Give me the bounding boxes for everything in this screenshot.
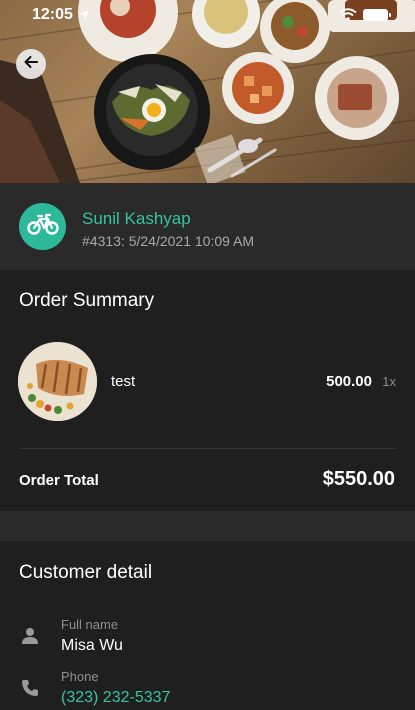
driver-avatar bbox=[19, 203, 66, 250]
item-quantity: 1x bbox=[382, 374, 396, 389]
order-summary-section: Order Summary test 500.00 1x Order Total… bbox=[0, 270, 415, 511]
item-price: 500.00 bbox=[326, 373, 372, 390]
customer-detail-section: Customer detail Full name Misa Wu Phone … bbox=[0, 541, 415, 710]
phone-label: Phone bbox=[61, 669, 99, 684]
order-total-value: $550.00 bbox=[322, 468, 395, 490]
order-summary-heading: Order Summary bbox=[19, 290, 155, 311]
section-separator bbox=[0, 511, 415, 541]
status-bar: 12:05 bbox=[0, 0, 415, 30]
battery-icon bbox=[363, 9, 391, 21]
wifi-icon bbox=[339, 8, 357, 26]
back-button[interactable] bbox=[16, 49, 46, 79]
full-name-label: Full name bbox=[61, 617, 119, 632]
customer-detail-heading: Customer detail bbox=[19, 562, 153, 583]
full-name-value: Misa Wu bbox=[61, 637, 123, 654]
driver-name: Sunil Kashyap bbox=[82, 209, 191, 228]
phone-icon bbox=[20, 678, 40, 703]
location-arrow-icon bbox=[78, 8, 90, 26]
person-icon bbox=[20, 626, 40, 651]
order-total-label: Order Total bbox=[19, 472, 99, 489]
phone-link[interactable]: (323) 232-5337 bbox=[61, 689, 170, 707]
order-id-timestamp: #4313: 5/24/2021 10:09 AM bbox=[82, 233, 255, 249]
driver-panel: Sunil Kashyap #4313: 5/24/2021 10:09 AM bbox=[0, 183, 415, 270]
bicycle-icon bbox=[26, 213, 59, 240]
divider bbox=[19, 448, 396, 449]
status-time: 12:05 bbox=[32, 6, 73, 23]
arrow-left-icon bbox=[23, 54, 39, 75]
item-thumbnail bbox=[18, 342, 97, 421]
item-name: test bbox=[111, 373, 136, 390]
